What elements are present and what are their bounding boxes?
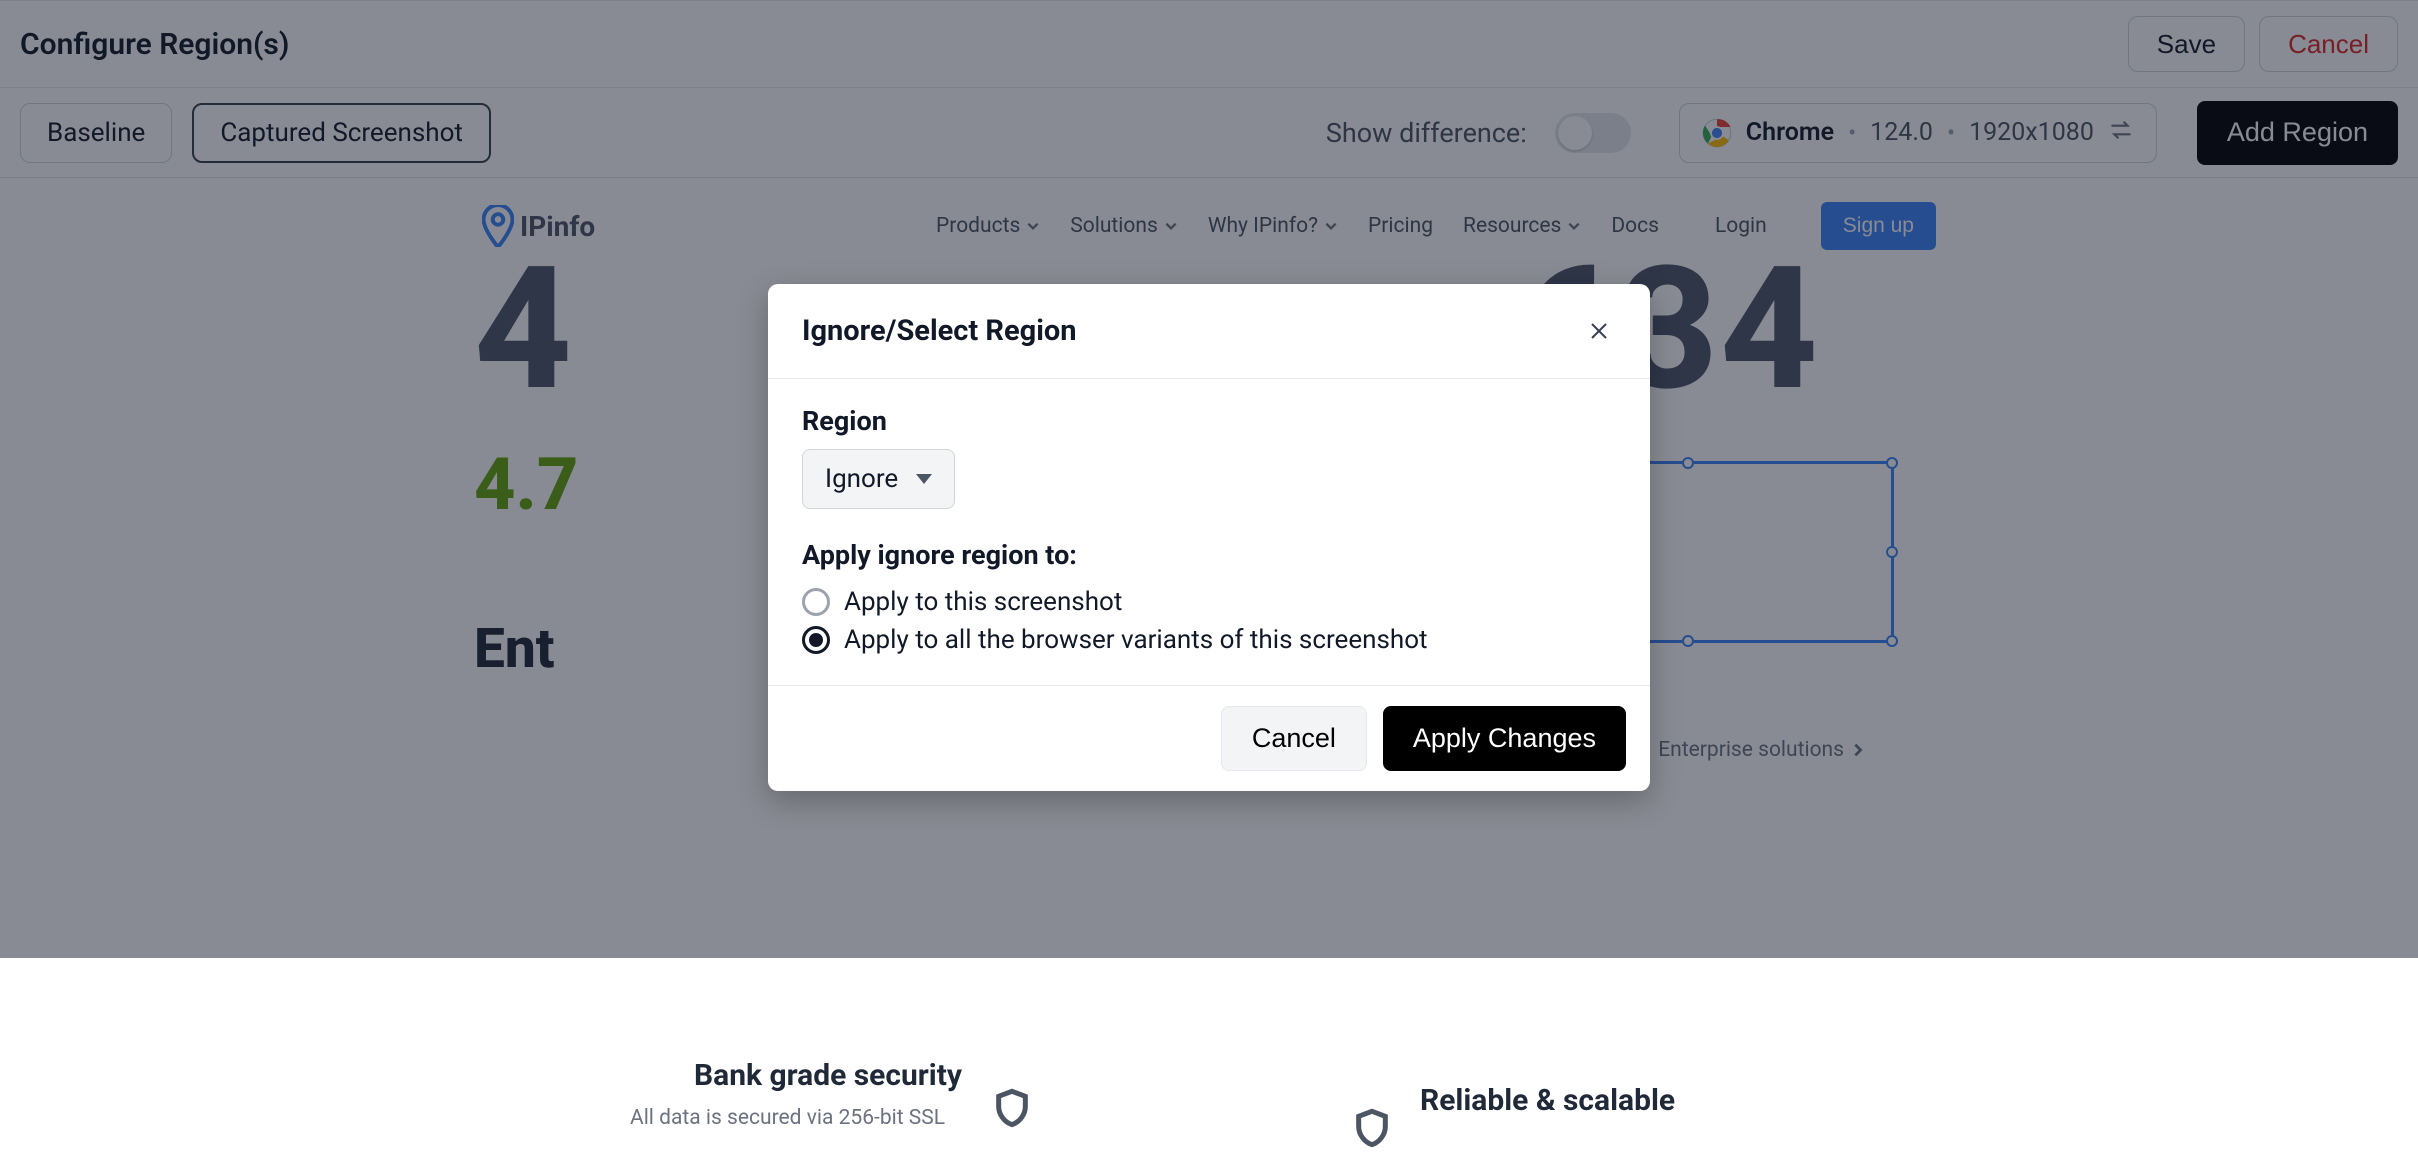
shot-reliable-heading: Reliable & scalable [1420, 1083, 1675, 1118]
caret-down-icon [916, 474, 932, 484]
ignore-select-region-modal: Ignore/Select Region Region Ignore Apply… [768, 284, 1650, 791]
region-select-value: Ignore [825, 464, 898, 494]
apply-changes-button[interactable]: Apply Changes [1383, 706, 1626, 771]
close-icon [1587, 319, 1611, 343]
modal-footer: Cancel Apply Changes [768, 685, 1650, 791]
modal-title: Ignore/Select Region [802, 314, 1077, 348]
shot-bank-heading: Bank grade security [694, 1058, 962, 1093]
radio-apply-all[interactable]: Apply to all the browser variants of thi… [802, 621, 1616, 659]
region-label: Region [802, 405, 1616, 437]
apply-to-label: Apply ignore region to: [802, 539, 1616, 571]
radio-icon [802, 626, 830, 654]
shot-bank-sub: All data is secured via 256-bit SSL [630, 1106, 945, 1130]
shield-icon [992, 1088, 1032, 1134]
region-select[interactable]: Ignore [802, 449, 955, 509]
radio-icon [802, 588, 830, 616]
radio-apply-this[interactable]: Apply to this screenshot [802, 583, 1616, 621]
modal-cancel-button[interactable]: Cancel [1221, 706, 1367, 771]
modal-overlay[interactable]: Ignore/Select Region Region Ignore Apply… [0, 0, 2418, 958]
modal-header: Ignore/Select Region [768, 284, 1650, 379]
shield-icon [1352, 1108, 1392, 1154]
radio-label: Apply to this screenshot [844, 587, 1122, 617]
modal-body: Region Ignore Apply ignore region to: Ap… [768, 379, 1650, 685]
radio-label: Apply to all the browser variants of thi… [844, 625, 1428, 655]
close-button[interactable] [1582, 314, 1616, 348]
